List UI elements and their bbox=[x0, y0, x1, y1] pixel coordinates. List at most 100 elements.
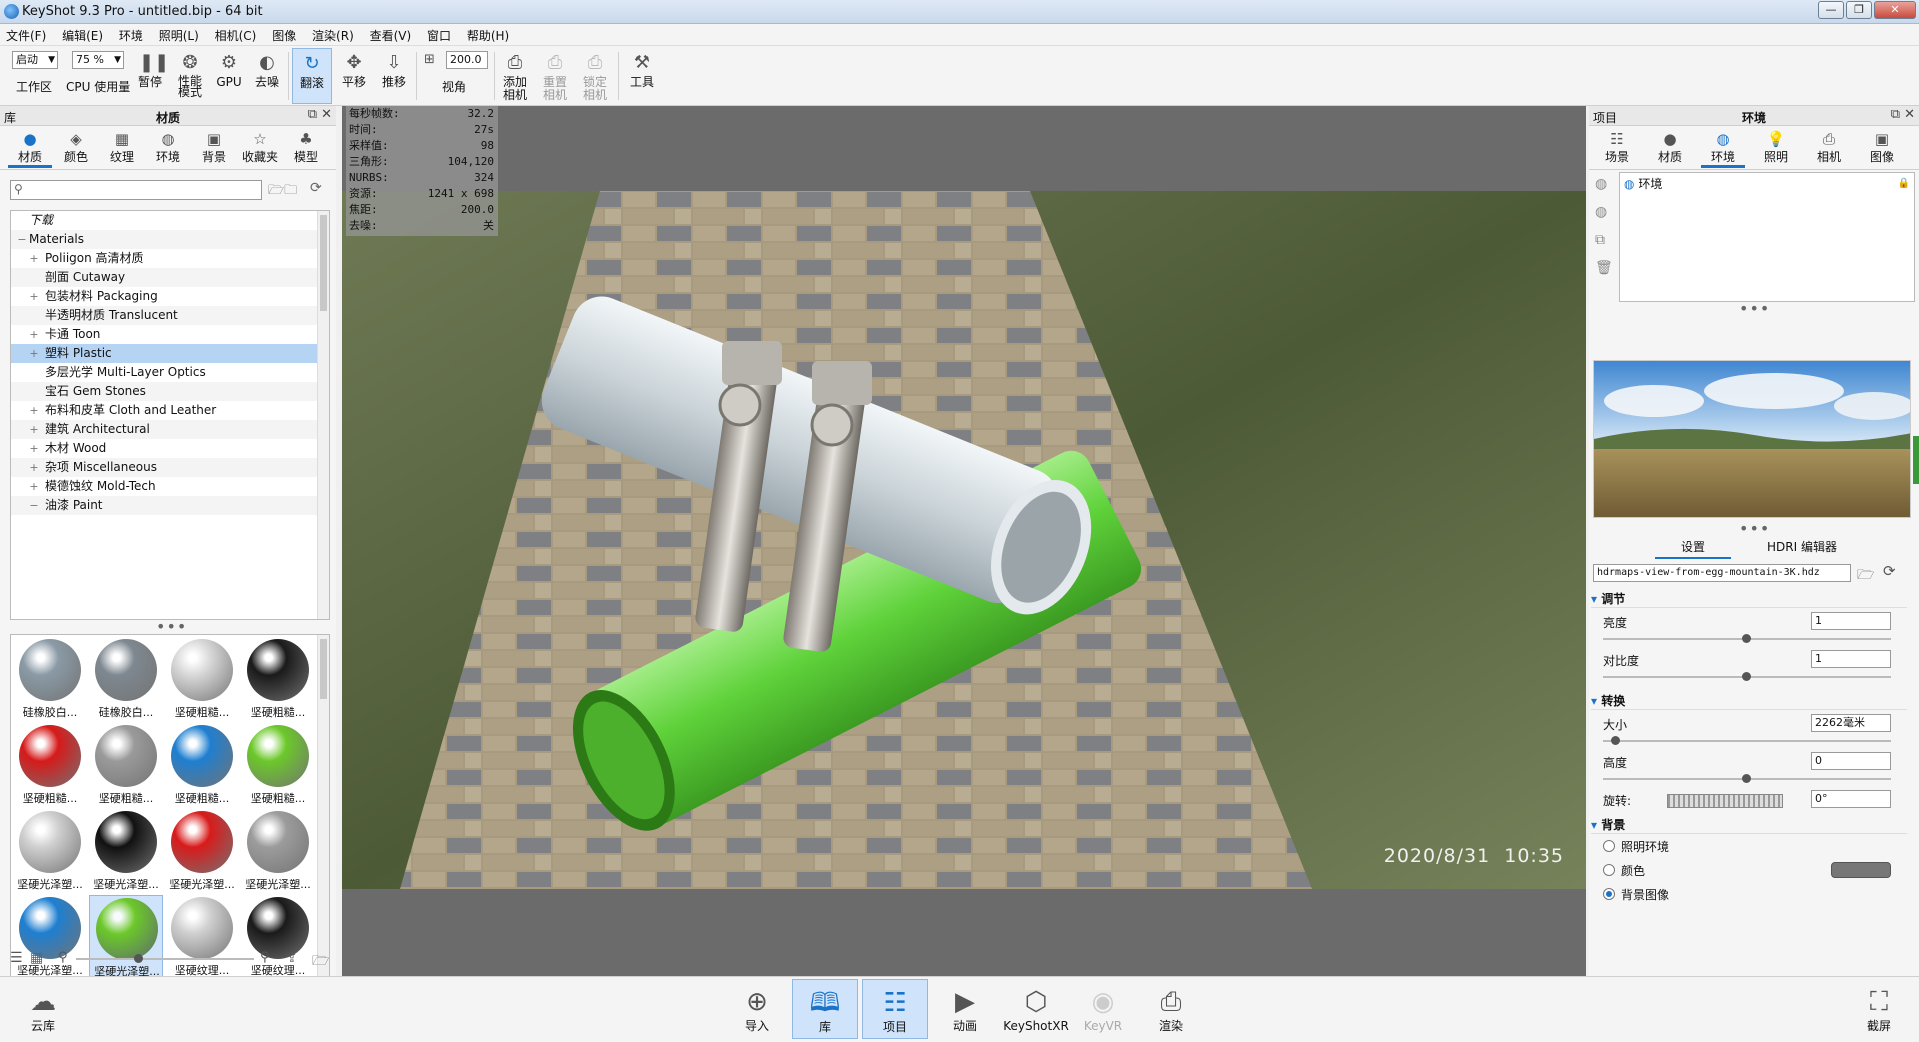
dolly-button[interactable]: ⇩ 推移 bbox=[376, 48, 412, 104]
menu-image[interactable]: 图像 bbox=[266, 24, 302, 44]
tree-expander-icon[interactable]: + bbox=[29, 439, 39, 458]
tree-item[interactable]: + 卡通 Toon bbox=[11, 325, 329, 344]
duplicate-environment-icon[interactable]: ◍ bbox=[1595, 204, 1607, 220]
adjust-section-header[interactable]: ▾ 调节 bbox=[1591, 590, 1907, 608]
tree-scrollbar[interactable] bbox=[317, 211, 329, 619]
import-button[interactable]: ⊕ 导入 bbox=[724, 979, 790, 1039]
background-color-swatch[interactable] bbox=[1831, 862, 1891, 878]
tree-item[interactable]: − Materials bbox=[11, 230, 329, 249]
material-thumbnail[interactable]: 坚硬光泽塑... bbox=[241, 809, 315, 893]
environment-list-item[interactable]: ◍ 环境 🔒 bbox=[1622, 175, 1912, 193]
library-button[interactable]: 🕮 库 bbox=[792, 979, 858, 1039]
lock-camera-button[interactable]: ⎙ 锁定 相机 bbox=[578, 48, 612, 104]
grid-view-icon[interactable]: ▦ bbox=[30, 950, 43, 966]
list-view-icon[interactable]: ☰ bbox=[10, 950, 23, 966]
material-thumbnail[interactable]: 坚硬光泽塑... bbox=[13, 895, 87, 979]
menu-file[interactable]: 文件(F) bbox=[0, 24, 52, 44]
cloud-library-button[interactable]: ☁ 云库 bbox=[10, 979, 76, 1039]
menu-help[interactable]: 帮助(H) bbox=[461, 24, 515, 44]
tree-expander-icon[interactable]: + bbox=[29, 458, 39, 477]
tab-favorites[interactable]: ☆ 收藏夹 bbox=[238, 128, 282, 168]
material-thumbnail[interactable]: 坚硬光泽塑... bbox=[165, 809, 239, 893]
workspace-combo[interactable]: 启动 ▼ bbox=[12, 51, 58, 69]
tree-item[interactable]: − 油漆 Paint bbox=[11, 496, 329, 515]
tab-image[interactable]: ▣ 图像 bbox=[1860, 128, 1904, 168]
folder-icons[interactable]: 🗁🗀 bbox=[268, 181, 297, 203]
thumbnail-size-slider-knob[interactable] bbox=[134, 954, 143, 963]
brightness-slider-knob[interactable] bbox=[1742, 634, 1751, 643]
radio-color[interactable] bbox=[1603, 864, 1615, 876]
zoom-in-icon[interactable]: ⚲ bbox=[260, 950, 270, 965]
hdri-file-input[interactable]: hdrmaps-view-from-egg-mountain-3K.hdz bbox=[1593, 564, 1851, 582]
tree-expander-icon[interactable]: + bbox=[29, 344, 39, 363]
menu-view[interactable]: 查看(V) bbox=[364, 24, 418, 44]
material-thumbnail[interactable]: 坚硬粗糙... bbox=[89, 723, 163, 807]
menu-window[interactable]: 窗口 bbox=[421, 24, 457, 44]
transform-section-header[interactable]: ▾ 转换 bbox=[1591, 692, 1907, 710]
material-thumbnail[interactable]: 坚硬纹理... bbox=[241, 895, 315, 979]
tree-item[interactable]: 下载 bbox=[11, 211, 329, 230]
lock-icon[interactable]: 🔒 bbox=[1898, 175, 1910, 193]
pan-button[interactable]: ✥ 平移 bbox=[336, 48, 372, 104]
material-thumbnail[interactable]: 坚硬光泽塑... bbox=[89, 809, 163, 893]
tree-item[interactable]: + 木材 Wood bbox=[11, 439, 329, 458]
screenshot-button[interactable]: ⛶ 截屏 bbox=[1846, 979, 1912, 1039]
menu-render[interactable]: 渲染(R) bbox=[306, 24, 360, 44]
close-button[interactable]: ✕ bbox=[1874, 1, 1916, 19]
tab-camera[interactable]: ⎙ 相机 bbox=[1807, 128, 1851, 168]
panel-float-close-icons[interactable]: ⧉ ✕ bbox=[308, 107, 332, 122]
tab-project-materials[interactable]: ● 材质 bbox=[1648, 128, 1692, 168]
menu-camera[interactable]: 相机(C) bbox=[209, 24, 263, 44]
library-search-input[interactable]: ⚲ bbox=[10, 180, 262, 200]
tab-materials[interactable]: ● 材质 bbox=[8, 128, 52, 168]
denoise-button[interactable]: ◐ 去噪 bbox=[250, 48, 284, 104]
tab-environments[interactable]: ◍ 环境 bbox=[146, 128, 190, 168]
tree-expander-icon[interactable]: + bbox=[29, 420, 39, 439]
field-of-view-input[interactable]: 200.0 bbox=[446, 51, 488, 69]
tab-models[interactable]: ♣ 模型 bbox=[284, 128, 328, 168]
tumble-button[interactable]: ↻ 翻滚 bbox=[292, 48, 332, 104]
material-thumbnail[interactable]: 硅橡胶白... bbox=[13, 637, 87, 721]
import-folder-icon[interactable]: 🗁 bbox=[312, 950, 329, 974]
minimize-button[interactable]: — bbox=[1818, 1, 1844, 19]
material-thumbnail[interactable]: 坚硬纹理... bbox=[165, 895, 239, 979]
material-thumbnail[interactable]: 坚硬粗糙... bbox=[165, 723, 239, 807]
height-input[interactable]: 0 bbox=[1811, 752, 1891, 770]
splitter-handle[interactable]: ••• bbox=[1739, 521, 1770, 537]
panel-scroll-indicator[interactable] bbox=[1913, 436, 1919, 484]
tools-button[interactable]: ⚒ 工具 bbox=[624, 48, 660, 104]
size-slider[interactable] bbox=[1603, 740, 1891, 742]
tree-item[interactable]: + 塑料 Plastic bbox=[11, 344, 329, 363]
thumbnail-size-slider[interactable] bbox=[76, 958, 254, 960]
performance-mode-button[interactable]: ❂ 性能 模式 bbox=[174, 48, 206, 104]
material-thumbnail[interactable]: 硅橡胶白... bbox=[89, 637, 163, 721]
zoom-out-icon[interactable]: ⚲ bbox=[58, 950, 68, 965]
tab-lighting[interactable]: 💡 照明 bbox=[1754, 128, 1798, 168]
tree-expander-icon[interactable]: + bbox=[29, 287, 39, 306]
refresh-icon[interactable]: ⟳ bbox=[310, 180, 322, 196]
material-thumbnail[interactable]: 坚硬粗糙... bbox=[165, 637, 239, 721]
brightness-input[interactable]: 1 bbox=[1811, 612, 1891, 630]
tree-item[interactable]: 宝石 Gem Stones bbox=[11, 382, 329, 401]
tab-backplates[interactable]: ▣ 背景 bbox=[192, 128, 236, 168]
tree-item[interactable]: 剖面 Cutaway bbox=[11, 268, 329, 287]
cloud-upload-icon[interactable]: ⇪ bbox=[286, 950, 298, 966]
render-button[interactable]: ⎙ 渲染 bbox=[1138, 979, 1204, 1039]
tab-textures[interactable]: ▦ 纹理 bbox=[100, 128, 144, 168]
size-slider-knob[interactable] bbox=[1611, 736, 1620, 745]
tree-item[interactable]: 多层光学 Multi-Layer Optics bbox=[11, 363, 329, 382]
tree-item[interactable]: + 布料和皮革 Cloth and Leather bbox=[11, 401, 329, 420]
cpu-usage-combo[interactable]: 75 % ▼ bbox=[72, 51, 124, 69]
background-section-header[interactable]: ▾ 背景 bbox=[1591, 816, 1907, 834]
grid-scrollbar-thumb[interactable] bbox=[320, 639, 327, 699]
open-folder-icon[interactable]: 🗁 bbox=[1857, 564, 1874, 588]
gpu-button[interactable]: ⚙ GPU bbox=[214, 48, 244, 104]
add-environment-icon[interactable]: ◍ bbox=[1595, 176, 1607, 192]
material-thumbnail[interactable]: 坚硬光泽塑... bbox=[89, 895, 163, 979]
tree-expander-icon[interactable]: − bbox=[17, 230, 27, 249]
refresh-icon[interactable]: ⟳ bbox=[1883, 562, 1896, 580]
rotation-input[interactable]: 0° bbox=[1811, 790, 1891, 808]
hdri-preview-image[interactable] bbox=[1593, 360, 1911, 518]
tree-expander-icon[interactable]: + bbox=[29, 477, 39, 496]
contrast-slider-knob[interactable] bbox=[1742, 672, 1751, 681]
